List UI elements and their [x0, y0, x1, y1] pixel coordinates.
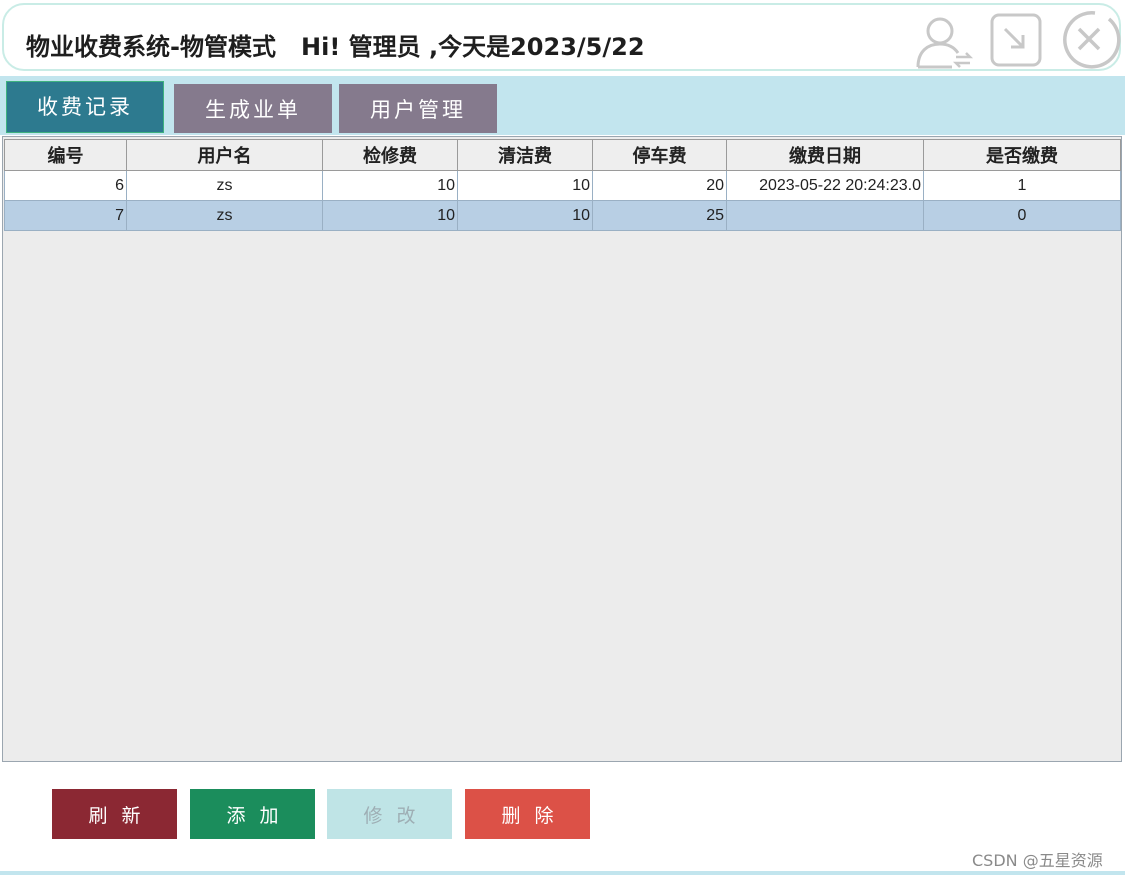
cell-parking-fee[interactable]: 25 [592, 200, 727, 231]
watermark: CSDN @五星资源 [972, 851, 1103, 870]
records-table-panel: 编号 用户名 检修费 清洁费 停车费 缴费日期 是否缴费 6 zs 10 10 … [2, 136, 1122, 762]
table-header-row: 编号 用户名 检修费 清洁费 停车费 缴费日期 是否缴费 [4, 139, 1121, 171]
column-header-id[interactable]: 编号 [4, 139, 127, 171]
column-header-parking-fee[interactable]: 停车费 [592, 139, 727, 171]
add-button[interactable]: 添加 [190, 789, 315, 839]
cell-paid-status[interactable]: 0 [923, 200, 1121, 231]
minimize-icon[interactable] [989, 11, 1045, 69]
column-header-paid-status[interactable]: 是否缴费 [923, 139, 1121, 171]
cell-payment-date[interactable]: 2023-05-22 20:24:23.0 [726, 170, 924, 201]
tab-user-management[interactable]: 用户管理 [339, 84, 497, 133]
cell-parking-fee[interactable]: 20 [592, 170, 727, 201]
cell-id[interactable]: 7 [4, 200, 127, 231]
cell-cleaning-fee[interactable]: 10 [457, 200, 593, 231]
cell-cleaning-fee[interactable]: 10 [457, 170, 593, 201]
column-header-repair-fee[interactable]: 检修费 [322, 139, 458, 171]
cell-repair-fee[interactable]: 10 [322, 200, 458, 231]
cell-username[interactable]: zs [126, 170, 323, 201]
records-table: 编号 用户名 检修费 清洁费 停车费 缴费日期 是否缴费 6 zs 10 10 … [4, 139, 1121, 231]
close-icon[interactable] [1057, 7, 1121, 71]
column-header-username[interactable]: 用户名 [126, 139, 323, 171]
tab-bar: 收费记录 生成业单 用户管理 [0, 76, 1125, 135]
tab-generate-bills[interactable]: 生成业单 [174, 84, 332, 133]
delete-button[interactable]: 删除 [465, 789, 590, 839]
cell-paid-status[interactable]: 1 [923, 170, 1121, 201]
edit-button[interactable]: 修改 [327, 789, 452, 839]
column-header-payment-date[interactable]: 缴费日期 [726, 139, 924, 171]
bottom-border [0, 871, 1125, 875]
switch-user-icon[interactable] [914, 11, 974, 71]
title-bar: 物业收费系统-物管模式 Hi! 管理员 ,今天是2023/5/22 [2, 3, 1121, 71]
table-row-selected[interactable]: 7 zs 10 10 25 0 [4, 200, 1121, 231]
cell-repair-fee[interactable]: 10 [322, 170, 458, 201]
cell-payment-date[interactable] [726, 200, 924, 231]
cell-username[interactable]: zs [126, 200, 323, 231]
column-header-cleaning-fee[interactable]: 清洁费 [457, 139, 593, 171]
tab-charge-records[interactable]: 收费记录 [6, 81, 164, 133]
table-row[interactable]: 6 zs 10 10 20 2023-05-22 20:24:23.0 1 [4, 170, 1121, 201]
refresh-button[interactable]: 刷新 [52, 789, 177, 839]
cell-id[interactable]: 6 [4, 170, 127, 201]
app-title: 物业收费系统-物管模式 Hi! 管理员 ,今天是2023/5/22 [26, 33, 645, 61]
